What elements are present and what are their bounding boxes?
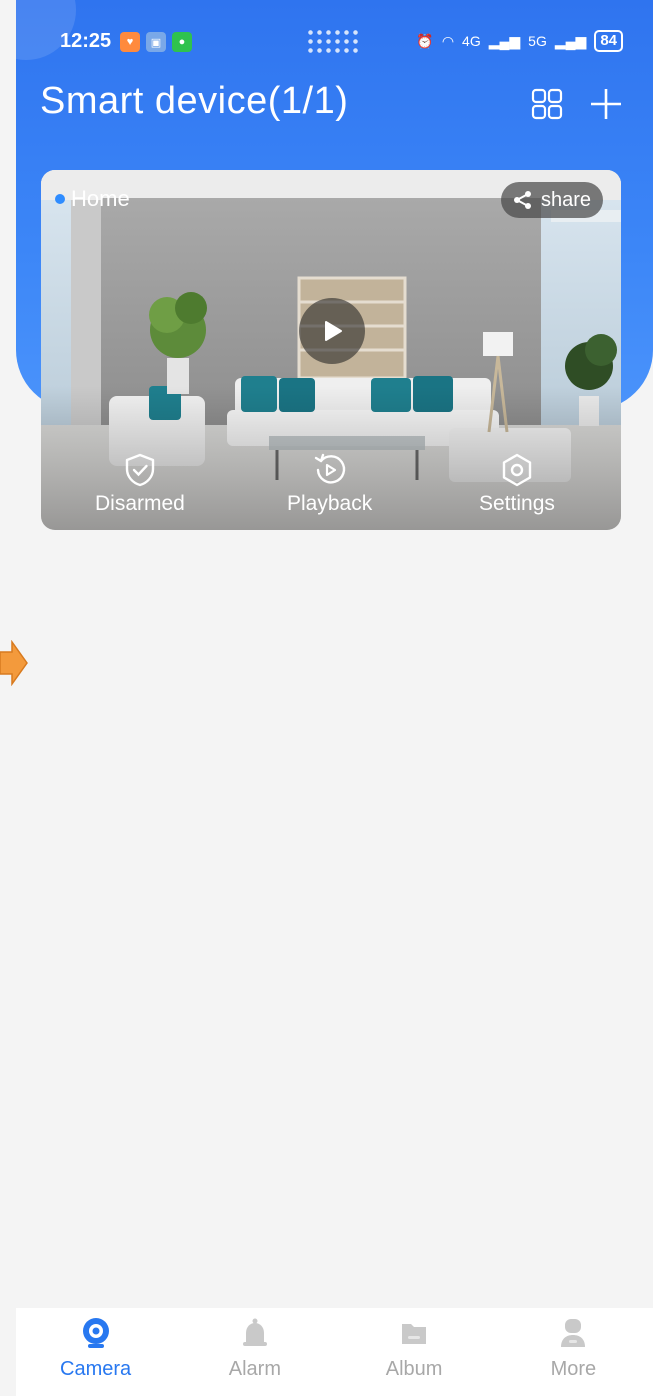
settings-label: Settings	[479, 492, 555, 515]
share-icon	[513, 191, 531, 209]
disarmed-button[interactable]: Disarmed	[95, 452, 185, 516]
share-button[interactable]: share	[500, 182, 603, 218]
folder-icon	[402, 1324, 427, 1344]
tab-camera-label: Camera	[60, 1358, 132, 1380]
status-app-icons: ♥ ▣ ●	[120, 32, 192, 52]
cell-4g-label: 4G	[462, 33, 481, 49]
status-time: 12:25	[60, 30, 112, 52]
playback-button[interactable]: Playback	[287, 452, 372, 516]
bell-icon	[242, 1318, 267, 1346]
device-card[interactable]: Home share Disarmed Playback Settings	[41, 170, 621, 530]
grid-view-icon[interactable]	[531, 88, 563, 120]
signal-icon: ▂▄▆	[488, 32, 521, 49]
notification-app-icon: ♥	[120, 32, 140, 52]
device-name: Home	[71, 186, 130, 211]
tab-alarm[interactable]: Alarm	[175, 1308, 334, 1396]
bottom-tab-bar: Camera Alarm Album More	[16, 1308, 653, 1396]
user-icon	[561, 1319, 586, 1347]
play-icon	[325, 321, 342, 341]
floating-arrow-icon[interactable]	[0, 640, 28, 686]
playback-icon	[314, 453, 345, 484]
signal-icon-2: ▂▄▆	[554, 32, 587, 49]
status-bar: 12:25 ♥ ▣ ● ⏰ ◠ 4G ▂▄▆ 5G ▂▄▆ 84	[16, 28, 653, 62]
disarmed-label: Disarmed	[95, 492, 185, 515]
online-status-dot	[55, 194, 65, 204]
tab-album[interactable]: Album	[335, 1308, 494, 1396]
playback-label: Playback	[287, 492, 373, 515]
add-device-icon[interactable]	[588, 86, 624, 122]
play-live-button[interactable]	[299, 298, 365, 364]
share-label: share	[540, 188, 591, 211]
tab-more-label: More	[550, 1358, 597, 1380]
wifi-icon: ◠	[441, 32, 455, 49]
tab-camera[interactable]: Camera	[16, 1308, 175, 1396]
app-screen: 12:25 ♥ ▣ ● ⏰ ◠ 4G ▂▄▆ 5G ▂▄▆ 84 Smart d…	[16, 0, 653, 1396]
gallery-app-icon: ▣	[146, 32, 166, 52]
cell-5g-label: 5G	[528, 33, 547, 49]
settings-icon	[502, 453, 532, 487]
alarm-clock-icon: ⏰	[416, 32, 434, 49]
settings-button[interactable]: Settings	[479, 452, 555, 516]
battery-level: 84	[594, 30, 623, 52]
tab-album-label: Album	[385, 1358, 443, 1380]
shield-check-icon	[125, 453, 155, 487]
tab-alarm-label: Alarm	[228, 1358, 281, 1380]
page-title: Smart device(1/1)	[40, 80, 349, 122]
status-indicators: ⏰ ◠ 4G ▂▄▆ 5G ▂▄▆ 84	[416, 30, 623, 52]
tab-more[interactable]: More	[494, 1308, 653, 1396]
status-center-dots	[306, 28, 360, 56]
camera-icon	[82, 1318, 109, 1348]
chat-app-icon: ●	[172, 32, 192, 52]
device-name-tag: Home	[55, 186, 130, 212]
